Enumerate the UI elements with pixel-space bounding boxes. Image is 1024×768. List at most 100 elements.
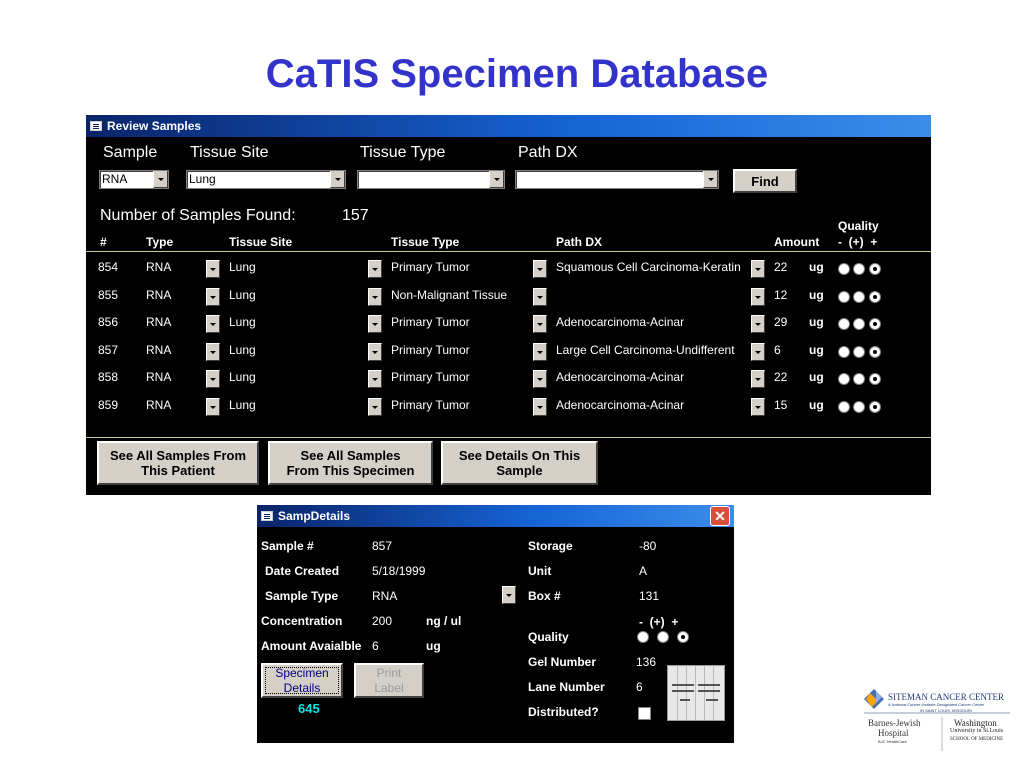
dropdown-arrow-icon[interactable] [751,315,765,333]
dropdown-arrow-icon[interactable] [533,260,547,278]
quality-plus-radio[interactable] [869,401,881,413]
dropdown-arrow-icon[interactable] [533,370,547,388]
row-tissue-type: Non-Malignant Tissue [391,288,508,302]
dropdown-arrow-icon[interactable] [206,398,220,416]
see-sample-details-button[interactable]: See Details On This Sample [441,441,598,485]
quality-plus-radio[interactable] [869,263,881,275]
quality-plus-radio[interactable] [869,373,881,385]
quality-plusminus-radio[interactable] [853,346,865,358]
path-dx-select[interactable] [515,170,719,189]
quality-plusminus-radio[interactable] [657,631,669,643]
siteman-logo-icon: SITEMAN CANCER CENTER A National Cancer … [862,685,1012,755]
amount-available-value: 6 [372,639,379,653]
quality-plus-radio[interactable] [869,291,881,303]
logo-wu1: Washington [954,718,997,728]
find-button[interactable]: Find [733,169,797,193]
dropdown-arrow-icon[interactable] [489,171,504,188]
table-row[interactable]: 859 RNA Lung Primary Tumor Adenocarcinoma-Ac… [86,396,931,418]
quality-label: Quality [528,630,569,644]
dropdown-arrow-icon[interactable] [206,288,220,306]
dropdown-arrow-icon[interactable] [206,343,220,361]
quality-plusminus-radio[interactable] [853,318,865,330]
review-window-title: Review Samples [107,119,202,133]
col-header-quality-scale: - (+) + [838,235,878,249]
dropdown-arrow-icon[interactable] [533,288,547,306]
row-amount: 15 [774,398,788,412]
logo-line2: A National Cancer Institute-Designated C… [888,702,985,707]
close-icon[interactable]: ✕ [710,506,730,526]
dropdown-arrow-icon[interactable] [368,288,382,306]
col-header-quality: Quality [838,219,879,233]
gel-number-label: Gel Number [528,655,597,669]
col-header-path-dx: Path DX [556,235,603,249]
dropdown-arrow-icon[interactable] [751,398,765,416]
sample-type-select[interactable]: RNA [99,170,169,189]
table-row[interactable]: 858 RNA Lung Primary Tumor Adenocarcinoma-Ac… [86,368,931,390]
tissue-type-filter-label: Tissue Type [360,144,446,161]
quality-minus-radio[interactable] [838,263,850,275]
dropdown-arrow-icon[interactable] [533,315,547,333]
quality-plusminus-radio[interactable] [853,373,865,385]
dropdown-arrow-icon[interactable] [751,260,765,278]
dropdown-arrow-icon[interactable] [330,171,345,188]
quality-plusminus-radio[interactable] [853,263,865,275]
table-row[interactable]: 857 RNA Lung Primary Tumor Large Cell Carcin… [86,341,931,363]
row-sample-type: RNA [146,288,172,302]
col-header-tissue-site: Tissue Site [229,235,293,249]
quality-minus-radio[interactable] [637,631,649,643]
dropdown-arrow-icon[interactable] [368,260,382,278]
dropdown-arrow-icon[interactable] [368,343,382,361]
dropdown-arrow-icon[interactable] [751,343,765,361]
review-samples-window: Review Samples Sample Tissue Site Tissue… [86,115,931,495]
storage-label: Storage [528,539,573,553]
lane-number-value: 6 [636,680,643,694]
row-sample-type: RNA [146,343,172,357]
row-amount-unit: ug [809,288,824,302]
row-sample-num: 855 [98,288,119,302]
dropdown-arrow-icon[interactable] [751,370,765,388]
tissue-type-select[interactable] [357,170,505,189]
quality-plusminus-radio[interactable] [853,401,865,413]
dropdown-arrow-icon[interactable] [153,171,168,188]
table-row[interactable]: 856 RNA Lung Primary Tumor Adenocarcinoma-Ac… [86,313,931,335]
footer-divider [86,437,931,438]
dropdown-arrow-icon[interactable] [206,315,220,333]
quality-minus-radio[interactable] [838,318,850,330]
details-window-title: SampDetails [278,509,351,523]
dropdown-arrow-icon[interactable] [533,398,547,416]
dropdown-arrow-icon[interactable] [368,315,382,333]
see-samples-from-patient-button[interactable]: See All Samples From This Patient [97,441,259,485]
dropdown-arrow-icon[interactable] [368,398,382,416]
quality-minus-radio[interactable] [838,291,850,303]
table-row[interactable]: 855 RNA Lung Non-Malignant Tissue 12 ug [86,286,931,308]
dropdown-arrow-icon[interactable] [751,288,765,306]
lane-number-label: Lane Number [528,680,605,694]
dropdown-arrow-icon[interactable] [502,586,516,604]
table-row[interactable]: 854 RNA Lung Primary Tumor Squamous Cell Car… [86,258,931,280]
dropdown-arrow-icon[interactable] [703,171,718,188]
dropdown-arrow-icon[interactable] [206,370,220,388]
dropdown-arrow-icon[interactable] [206,260,220,278]
print-label-button[interactable]: Print Label [354,663,424,698]
quality-plus-radio[interactable] [677,631,689,643]
tissue-site-select[interactable]: Lung [186,170,346,189]
quality-plus-radio[interactable] [869,318,881,330]
row-amount-unit: ug [809,260,824,274]
logo-line1: SITEMAN CANCER CENTER [888,692,1005,702]
dropdown-arrow-icon[interactable] [368,370,382,388]
row-tissue-site: Lung [229,370,256,384]
specimen-details-button[interactable]: Specimen Details [261,663,343,698]
row-amount-unit: ug [809,398,824,412]
row-tissue-type: Primary Tumor [391,343,470,357]
dropdown-arrow-icon[interactable] [533,343,547,361]
quality-minus-radio[interactable] [838,346,850,358]
gel-image-icon[interactable] [667,665,725,721]
logo-wu3: SCHOOL OF MEDICINE [950,737,1004,742]
quality-minus-radio[interactable] [838,401,850,413]
quality-plusminus-radio[interactable] [853,291,865,303]
see-samples-from-specimen-button[interactable]: See All Samples From This Specimen [268,441,433,485]
quality-minus-radio[interactable] [838,373,850,385]
row-tissue-type: Primary Tumor [391,398,470,412]
distributed-checkbox[interactable] [638,707,651,720]
quality-plus-radio[interactable] [869,346,881,358]
